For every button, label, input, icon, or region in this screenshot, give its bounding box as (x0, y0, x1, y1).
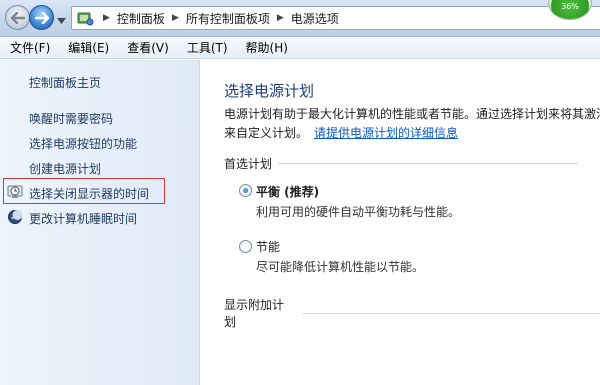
breadcrumb-item[interactable]: 电源选项 (291, 10, 339, 27)
menu-help[interactable]: 帮助(H) (240, 39, 294, 56)
sidebar-item-wake-password[interactable]: 唤醒时需要密码 (29, 110, 113, 127)
plan-name-power-saver[interactable]: 节能 (256, 238, 280, 255)
plan-name-balanced[interactable]: 平衡 (推荐) (256, 183, 319, 200)
menu-edit[interactable]: 编辑(E) (62, 39, 115, 56)
forward-arrow-icon (34, 11, 49, 24)
sidebar-item-create-plan[interactable]: 创建电源计划 (29, 160, 101, 177)
description-text: 电源计划有助于最大化计算机的性能或者节能。通过选择计划来将其激活 (224, 107, 600, 121)
breadcrumb-separator-icon: ▶ (103, 13, 110, 23)
breadcrumb-separator-icon: ▶ (276, 13, 284, 23)
breadcrumb[interactable]: ▶ 控制面板 ▶ 所有控制面板项 ▶ 电源选项 (71, 6, 600, 30)
menu-file[interactable]: 文件(F) (4, 39, 56, 56)
description-text-end: 来自定义计划。 (224, 126, 309, 140)
chevron-down-icon (57, 18, 66, 24)
sidebar-item-power-button[interactable]: 选择电源按钮的功能 (29, 135, 137, 152)
show-additional-plans-header[interactable]: 显示附加计划 (224, 296, 600, 330)
breadcrumb-separator-icon: ▶ (171, 13, 179, 23)
group-header-label: 首选计划 (224, 157, 273, 171)
forward-button[interactable] (29, 5, 54, 30)
plan-details-link[interactable]: 请提供电源计划的详细信息 (314, 126, 458, 140)
group-header-label[interactable]: 显示附加计划 (224, 296, 296, 330)
moon-sleep-icon (7, 209, 23, 225)
divider (301, 312, 600, 314)
page-title: 选择电源计划 (224, 82, 315, 100)
address-bar: ▶ 控制面板 ▶ 所有控制面板项 ▶ 电源选项 36% (0, 0, 600, 37)
main-content: 选择电源计划 电源计划有助于最大化计算机的性能或者节能。通过选择计划来将其激活 … (201, 60, 600, 385)
back-button[interactable] (5, 5, 30, 30)
preferred-plans-header: 首选计划 (224, 155, 579, 172)
breadcrumb-item[interactable]: 控制面板 (117, 10, 165, 27)
sidebar-item-sleep-time[interactable]: 更改计算机睡眠时间 (29, 210, 137, 227)
divider (278, 163, 579, 164)
history-dropdown[interactable] (57, 13, 66, 27)
sidebar: 控制面板主页 唤醒时需要密码 选择电源按钮的功能 创建电源计划 选择关闭显示器的… (0, 60, 200, 385)
menu-bar: 文件(F) 编辑(E) 查看(V) 工具(T) 帮助(H) (0, 37, 600, 59)
plan-description-power-saver: 尽可能降低计算机性能以节能。 (256, 260, 425, 274)
back-arrow-icon (10, 11, 25, 24)
radio-power-saver[interactable] (239, 240, 252, 253)
highlight-annotation (3, 178, 165, 204)
sidebar-item-home[interactable]: 控制面板主页 (29, 74, 101, 91)
radio-balanced[interactable] (239, 184, 252, 197)
plan-description-balanced: 利用可用的硬件自动平衡功耗与性能。 (256, 205, 461, 219)
control-panel-icon (76, 10, 94, 26)
menu-tools[interactable]: 工具(T) (181, 39, 234, 56)
breadcrumb-item[interactable]: 所有控制面板项 (186, 10, 270, 27)
menu-view[interactable]: 查看(V) (121, 39, 175, 56)
description-text-line2: 来自定义计划。 请提供电源计划的详细信息 (224, 124, 458, 141)
